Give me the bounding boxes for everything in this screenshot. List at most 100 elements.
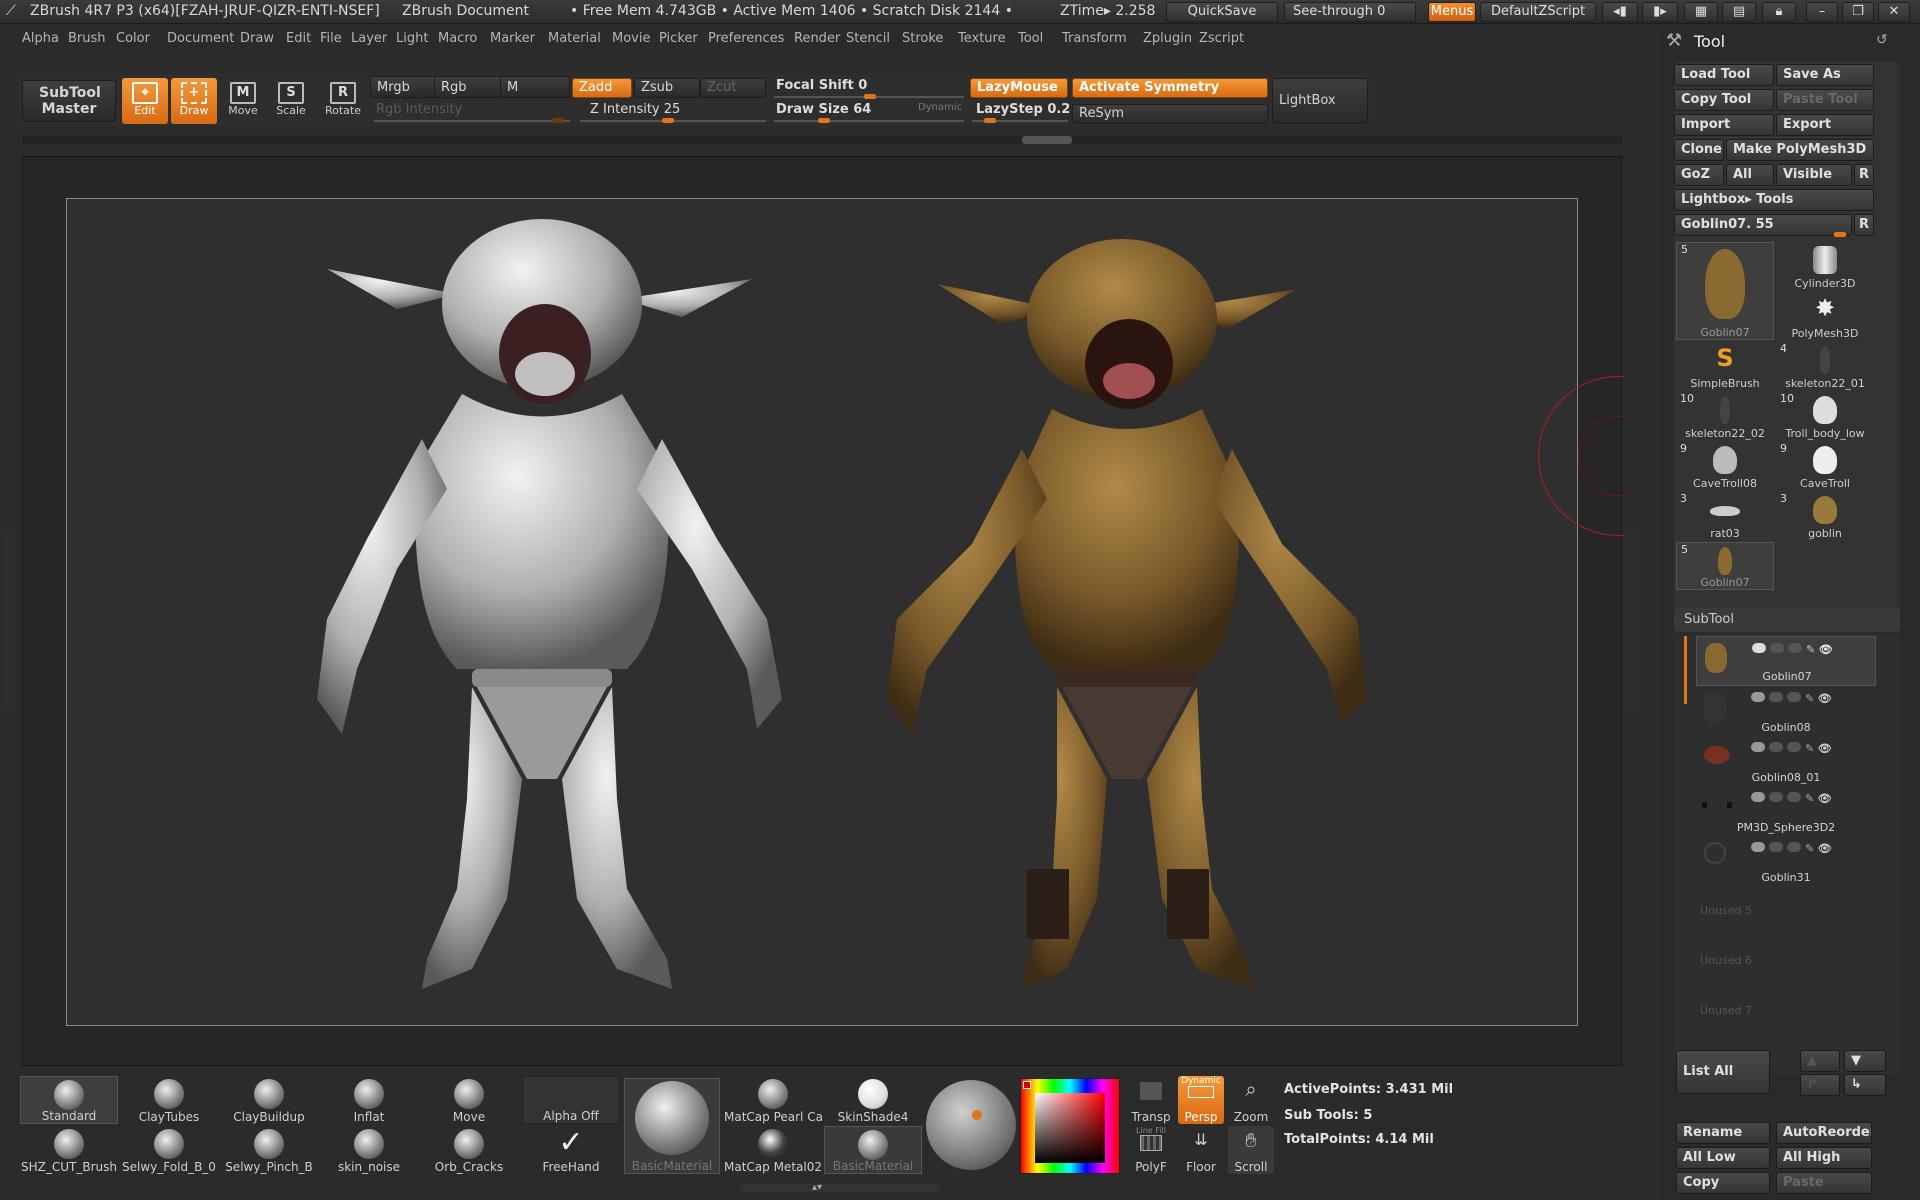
tool-thumb-troll-body-low[interactable]: 10 Troll_body_low bbox=[1776, 392, 1874, 440]
lazymouse-button[interactable]: LazyMouse bbox=[970, 78, 1068, 98]
menu-zplugin[interactable]: Zplugin bbox=[1143, 31, 1192, 46]
brush-skin-noise[interactable]: skin_noise bbox=[320, 1126, 418, 1174]
subtool-master-button[interactable]: SubTool Master bbox=[22, 80, 116, 122]
menu-alpha[interactable]: Alpha bbox=[22, 31, 59, 46]
refresh-icon[interactable]: ↺ bbox=[1876, 32, 1888, 48]
tool-thumb-goblin07[interactable]: 5 Goblin07 bbox=[1676, 242, 1774, 340]
menu-file[interactable]: File bbox=[320, 31, 342, 46]
textured-goblin[interactable] bbox=[887, 239, 1367, 989]
material-matcap-pearl[interactable]: MatCap Pearl Ca bbox=[724, 1076, 822, 1124]
zsub-button[interactable]: Zsub bbox=[634, 78, 700, 98]
resym-button[interactable]: ReSym bbox=[1072, 104, 1268, 124]
subtool-row-pm3d-sphere3d2[interactable]: ✎ 👁︎ PM3D_Sphere3D2 bbox=[1696, 786, 1876, 836]
tool-thumb-polymesh3d[interactable]: ✸ PolyMesh3D bbox=[1776, 292, 1874, 340]
goz-r-button[interactable]: R bbox=[1854, 164, 1874, 186]
zadd-button[interactable]: Zadd bbox=[572, 78, 632, 98]
clone-button[interactable]: Clone bbox=[1674, 139, 1724, 161]
paste-tool-button[interactable]: Paste Tool bbox=[1776, 89, 1874, 111]
subtool-toggles[interactable]: ✎ 👁︎ bbox=[1751, 842, 1871, 856]
focal-shift-knob[interactable] bbox=[864, 94, 876, 99]
subtool-header[interactable]: SubTool bbox=[1674, 608, 1900, 632]
alpha-selector[interactable]: Alpha Off bbox=[522, 1076, 620, 1124]
tool-thumb-cylinder3d[interactable]: Cylinder3D bbox=[1776, 242, 1874, 290]
subtool-row-goblin07[interactable]: ✎ 👁︎ Goblin07 bbox=[1696, 636, 1876, 686]
tool-thumb-rat03[interactable]: 3 rat03 bbox=[1676, 492, 1774, 540]
brush-selwy-fold[interactable]: Selwy_Fold_B_0 bbox=[120, 1126, 218, 1174]
rgb-intensity-knob[interactable] bbox=[552, 118, 564, 123]
see-through-slider[interactable]: See-through 0 bbox=[1284, 2, 1416, 22]
all-low-button[interactable]: All Low bbox=[1676, 1147, 1770, 1169]
menu-brush[interactable]: Brush bbox=[68, 31, 106, 46]
floor-button[interactable]: ⇊ Floor bbox=[1178, 1126, 1224, 1174]
default-zscript-button[interactable]: DefaultZScript bbox=[1480, 2, 1596, 22]
left-tray-collapse[interactable] bbox=[4, 530, 14, 710]
copy-tool-button[interactable]: Copy Tool bbox=[1674, 89, 1774, 111]
persp-button[interactable]: Dynamic Persp bbox=[1178, 1076, 1224, 1124]
rotate-button[interactable]: R Rotate bbox=[320, 78, 366, 124]
load-tool-button[interactable]: Load Tool bbox=[1674, 64, 1774, 86]
texture-sphere-icon[interactable] bbox=[926, 1080, 1016, 1170]
menu-draw[interactable]: Draw bbox=[240, 31, 274, 46]
list-all-button[interactable]: List All bbox=[1676, 1050, 1770, 1094]
bottom-shelf-scrollbar[interactable] bbox=[740, 1184, 940, 1192]
subtool-row-goblin08-01[interactable]: ✎ 👁︎ Goblin08_01 bbox=[1696, 736, 1876, 786]
menu-preferences[interactable]: Preferences bbox=[708, 31, 784, 46]
menu-light[interactable]: Light bbox=[396, 31, 428, 46]
material-basic[interactable]: BasicMaterial bbox=[824, 1126, 922, 1174]
m-button[interactable]: M bbox=[500, 76, 570, 98]
restore-icon[interactable]: ❐ bbox=[1842, 2, 1874, 22]
import-button[interactable]: Import bbox=[1674, 114, 1774, 136]
draw-size-slider[interactable]: Draw Size 64 bbox=[776, 102, 871, 117]
brush-inflat[interactable]: Inflat bbox=[320, 1076, 418, 1124]
menu-texture[interactable]: Texture bbox=[958, 31, 1006, 46]
draw-size-knob[interactable] bbox=[818, 118, 830, 123]
menu-color[interactable]: Color bbox=[116, 31, 150, 46]
mrgb-button[interactable]: Mrgb bbox=[370, 76, 438, 98]
z-intensity-slider[interactable]: Z Intensity 25 bbox=[590, 102, 680, 117]
quicksave-button[interactable]: QuickSave bbox=[1166, 2, 1278, 22]
brush-standard[interactable]: Standard bbox=[20, 1076, 118, 1124]
move-down-bend-icon[interactable]: ↳ bbox=[1844, 1074, 1886, 1096]
focal-shift-slider[interactable]: Focal Shift 0 bbox=[776, 78, 867, 93]
tool-thumb-goblin07-2[interactable]: 5 Goblin07 bbox=[1676, 542, 1774, 590]
all-high-button[interactable]: All High bbox=[1776, 1147, 1872, 1169]
move-up-arrow-icon[interactable]: ▲ bbox=[1800, 1050, 1840, 1072]
menu-marker[interactable]: Marker bbox=[490, 31, 535, 46]
minimize-icon[interactable]: – bbox=[1806, 2, 1838, 22]
menu-stencil[interactable]: Stencil bbox=[846, 31, 890, 46]
subtool-row-goblin08[interactable]: ✎ 👁︎ Goblin08 bbox=[1696, 686, 1876, 736]
right-tray-collapse[interactable] bbox=[1630, 530, 1640, 710]
subtool-toggles[interactable]: ✎ 👁︎ bbox=[1751, 792, 1871, 806]
subtool-row-goblin31[interactable]: ✎ 👁︎ Goblin31 bbox=[1696, 836, 1876, 886]
paste-subtool-button[interactable]: Paste bbox=[1776, 1172, 1872, 1194]
brush-move[interactable]: Move bbox=[420, 1076, 518, 1124]
tray-right-icon[interactable]: ▮▸ bbox=[1642, 2, 1678, 22]
bottom-shelf-toggle-icon[interactable]: ▴▾ bbox=[812, 1182, 822, 1193]
menu-movie[interactable]: Movie bbox=[612, 31, 650, 46]
save-as-button[interactable]: Save As bbox=[1776, 64, 1874, 86]
goz-button[interactable]: GoZ bbox=[1674, 164, 1724, 186]
menu-edit[interactable]: Edit bbox=[286, 31, 311, 46]
material-selector-main[interactable]: BasicMaterial bbox=[624, 1078, 720, 1174]
document-canvas[interactable] bbox=[66, 198, 1578, 1026]
menu-zscript[interactable]: Zscript bbox=[1199, 31, 1244, 46]
menu-document[interactable]: Document bbox=[167, 31, 234, 46]
tool-thumb-simplebrush[interactable]: S SimpleBrush bbox=[1676, 342, 1774, 390]
zoom-button[interactable]: ⌕ Zoom bbox=[1228, 1076, 1274, 1124]
brush-claytubes[interactable]: ClayTubes bbox=[120, 1076, 218, 1124]
brush-orb-cracks[interactable]: Orb_Cracks bbox=[420, 1126, 518, 1174]
lightbox-tools-button[interactable]: Lightbox▸ Tools bbox=[1674, 189, 1874, 211]
menu-picker[interactable]: Picker bbox=[659, 31, 698, 46]
zcut-button[interactable]: Zcut bbox=[700, 78, 766, 98]
lock-icon[interactable]: 🔒︎ bbox=[1762, 2, 1796, 22]
tool-thumb-skeleton22-01[interactable]: 4 skeleton22_01 bbox=[1776, 342, 1874, 390]
autoreorder-button[interactable]: AutoReorder bbox=[1776, 1122, 1872, 1144]
polyf-button[interactable]: Line Fill PolyF bbox=[1128, 1126, 1174, 1174]
move-button[interactable]: M Move bbox=[220, 78, 266, 124]
menu-macro[interactable]: Macro bbox=[438, 31, 477, 46]
tool-thumb-cavetroll[interactable]: 9 CaveTroll bbox=[1776, 442, 1874, 490]
goblin-models[interactable] bbox=[67, 199, 1579, 1027]
copy-subtool-button[interactable]: Copy bbox=[1676, 1172, 1770, 1194]
menus-button[interactable]: Menus bbox=[1428, 2, 1476, 22]
lazystep-slider[interactable]: LazyStep 0.25 bbox=[976, 102, 1070, 117]
